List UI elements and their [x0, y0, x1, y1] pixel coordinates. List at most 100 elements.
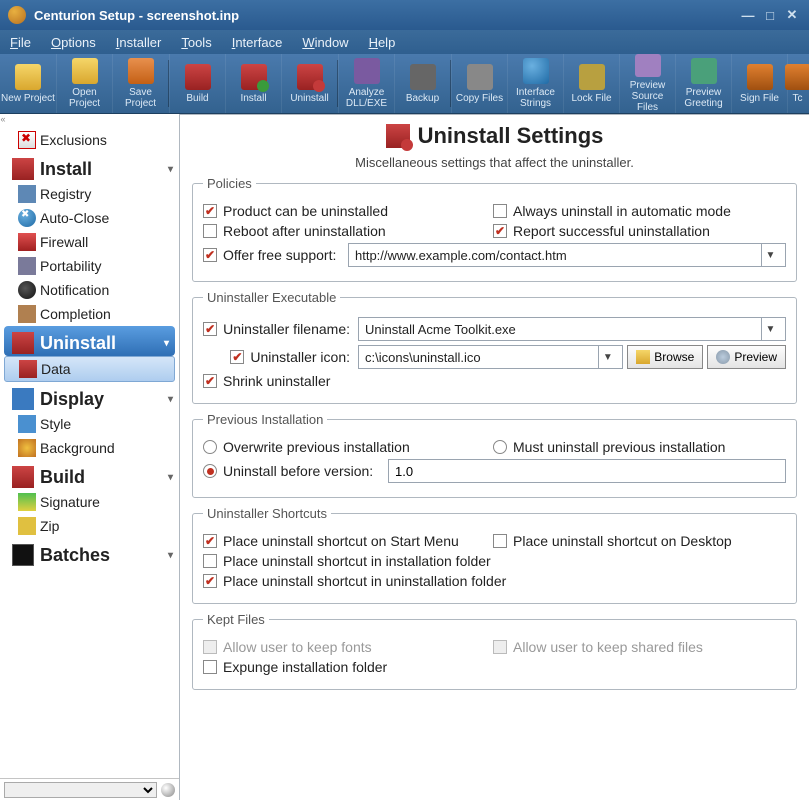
lock-file-icon [579, 64, 605, 90]
filename-combo[interactable]: Uninstall Acme Toolkit.exe▼ [358, 317, 786, 341]
sidebar-item-firewall[interactable]: Firewall [0, 230, 179, 254]
sidebar-item-style[interactable]: Style [0, 412, 179, 436]
shortcuts-legend: Uninstaller Shortcuts [203, 506, 331, 521]
tool-install[interactable]: Install [225, 54, 281, 113]
interface-strings-icon [523, 58, 549, 84]
checkbox-icon [203, 660, 217, 674]
chk-shortcut-uninstall-folder[interactable]: Place uninstall shortcut in uninstallati… [203, 573, 506, 589]
collapse-icon[interactable]: ▾ [164, 338, 169, 349]
preview-source-icon [635, 54, 661, 77]
menu-interface[interactable]: Interface [232, 35, 283, 50]
registry-icon [18, 185, 36, 203]
radio-icon [493, 440, 507, 454]
page-subtitle: Miscellaneous settings that affect the u… [192, 155, 797, 170]
chk-filename[interactable]: Uninstaller filename: [203, 321, 358, 337]
collapse-icon[interactable]: ▾ [168, 164, 173, 175]
sidebar-search-select[interactable] [4, 782, 157, 798]
radio-must-uninstall[interactable]: Must uninstall previous installation [493, 439, 725, 455]
sidebar-head-uninstall[interactable]: Uninstall▾ [4, 326, 175, 356]
chk-can-uninstall[interactable]: Product can be uninstalled [203, 203, 388, 219]
sidebar-item-exclusions[interactable]: Exclusions [0, 128, 179, 152]
menu-tools[interactable]: Tools [181, 35, 211, 50]
sidebar-search [0, 778, 179, 800]
magnifier-icon [716, 350, 730, 364]
copy-files-icon [467, 64, 493, 90]
sidebar-item-background[interactable]: Background [0, 436, 179, 460]
checkbox-icon [493, 640, 507, 654]
before-version-input[interactable] [388, 459, 786, 483]
tool-preview-source[interactable]: Preview Source Files [619, 54, 675, 113]
tool-backup[interactable]: Backup [394, 54, 450, 113]
content-area: Uninstall Settings Miscellaneous setting… [180, 114, 809, 800]
window-title: Centurion Setup - screenshot.inp [34, 8, 739, 23]
collapse-icon[interactable]: ▾ [168, 472, 173, 483]
kept-files-group: Kept Files Allow user to keep fonts Allo… [192, 612, 797, 690]
tool-save-project[interactable]: Save Project [112, 54, 168, 113]
chk-auto-mode[interactable]: Always uninstall in automatic mode [493, 203, 731, 219]
save-project-icon [128, 58, 154, 84]
menu-file[interactable]: File [10, 35, 31, 50]
browse-button[interactable]: Browse [627, 345, 703, 369]
sidebar-item-registry[interactable]: Registry [0, 182, 179, 206]
tool-open-project[interactable]: Open Project [56, 54, 112, 113]
chk-free-support[interactable]: Offer free support: [203, 247, 348, 263]
sidebar-head-display[interactable]: Display▾ [0, 382, 179, 412]
menu-options[interactable]: Options [51, 35, 96, 50]
sidebar-item-data[interactable]: Data [4, 356, 175, 382]
sidebar-item-portability[interactable]: Portability [0, 254, 179, 278]
menu-bar: File Options Installer Tools Interface W… [0, 30, 809, 54]
menu-window[interactable]: Window [302, 35, 348, 50]
close-button[interactable]: ✕ [783, 7, 801, 23]
build-section-icon [12, 466, 34, 488]
tool-analyze[interactable]: Analyze DLL/EXE [338, 54, 394, 113]
free-support-url-combo[interactable]: http://www.example.com/contact.htm▼ [348, 243, 786, 267]
new-project-icon [15, 64, 41, 90]
search-icon[interactable] [161, 783, 175, 797]
maximize-button[interactable]: □ [761, 7, 779, 23]
menu-help[interactable]: Help [369, 35, 396, 50]
tool-interface-strings[interactable]: Interface Strings [507, 54, 563, 113]
collapse-icon[interactable]: ▾ [168, 550, 173, 561]
minimize-button[interactable]: — [739, 7, 757, 23]
checkbox-icon [203, 640, 217, 654]
sidebar-collapse-chevron[interactable]: « [0, 114, 6, 124]
chk-reboot[interactable]: Reboot after uninstallation [203, 223, 386, 239]
radio-before-version[interactable]: Uninstall before version: [203, 463, 388, 479]
sidebar-head-install[interactable]: Install▾ [0, 152, 179, 182]
chk-icon[interactable]: Uninstaller icon: [203, 349, 358, 365]
tool-overflow[interactable]: Tc [787, 54, 807, 113]
tool-lock-file[interactable]: Lock File [563, 54, 619, 113]
chk-shrink[interactable]: Shrink uninstaller [203, 373, 330, 389]
tool-preview-greeting[interactable]: Preview Greeting [675, 54, 731, 113]
menu-installer[interactable]: Installer [116, 35, 162, 50]
chk-shortcut-install-folder[interactable]: Place uninstall shortcut in installation… [203, 553, 491, 569]
page-title: Uninstall Settings [386, 123, 604, 149]
chk-shortcut-desktop[interactable]: Place uninstall shortcut on Desktop [493, 533, 732, 549]
display-section-icon [12, 388, 34, 410]
sidebar-head-build[interactable]: Build▾ [0, 460, 179, 490]
icon-path-combo[interactable]: c:\icons\uninstall.ico▼ [358, 345, 623, 369]
tool-sign-file[interactable]: Sign File [731, 54, 787, 113]
checkbox-icon [203, 574, 217, 588]
install-section-icon [12, 158, 34, 180]
sidebar-head-batches[interactable]: Batches▾ [0, 538, 179, 568]
collapse-icon[interactable]: ▾ [168, 394, 173, 405]
chk-shortcut-start[interactable]: Place uninstall shortcut on Start Menu [203, 533, 459, 549]
tool-copy-files[interactable]: Copy Files [451, 54, 507, 113]
radio-overwrite[interactable]: Overwrite previous installation [203, 439, 410, 455]
completion-icon [18, 305, 36, 323]
shortcuts-group: Uninstaller Shortcuts Place uninstall sh… [192, 506, 797, 604]
sidebar-item-autoclose[interactable]: Auto-Close [0, 206, 179, 230]
sidebar-item-notification[interactable]: Notification [0, 278, 179, 302]
data-icon [19, 360, 37, 378]
chk-report[interactable]: Report successful uninstallation [493, 223, 710, 239]
tool-new-project[interactable]: New Project [0, 54, 56, 113]
preview-button[interactable]: Preview [707, 345, 786, 369]
checkbox-icon [203, 248, 217, 262]
sidebar-item-signature[interactable]: Signature [0, 490, 179, 514]
tool-uninstall[interactable]: Uninstall [281, 54, 337, 113]
sidebar-item-zip[interactable]: Zip [0, 514, 179, 538]
sidebar-item-completion[interactable]: Completion [0, 302, 179, 326]
tool-build[interactable]: Build [169, 54, 225, 113]
chk-expunge[interactable]: Expunge installation folder [203, 659, 387, 675]
